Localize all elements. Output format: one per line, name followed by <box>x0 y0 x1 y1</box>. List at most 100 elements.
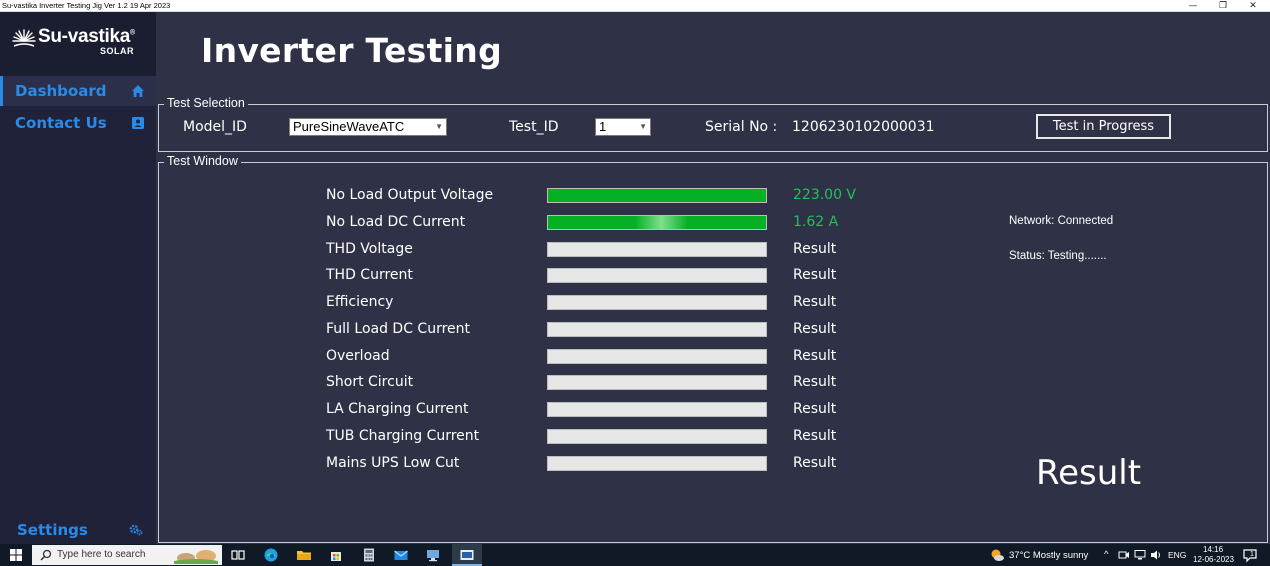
clock-date[interactable]: 12-06-2023 <box>1193 555 1234 564</box>
sun-logo-icon <box>12 29 36 47</box>
test-row: No Load Output Voltage 223.00 V <box>326 186 926 206</box>
test-row: Short Circuit Result <box>326 373 926 393</box>
serial-no-value: 1206230102000031 <box>792 119 935 135</box>
test-row: THD Voltage Result <box>326 240 926 260</box>
test-id-select[interactable]: 1 ▼ <box>595 118 651 136</box>
test-result-value: Result <box>793 427 837 444</box>
test-name: Short Circuit <box>326 374 414 391</box>
test-progress-fill <box>548 189 766 202</box>
minimize-button[interactable]: — <box>1178 0 1208 11</box>
test-row: TUB Charging Current Result <box>326 427 926 447</box>
test-result-value: Result <box>793 320 837 337</box>
taskbar-search[interactable]: Type here to search <box>32 545 222 565</box>
test-name: No Load Output Voltage <box>326 187 494 203</box>
close-button[interactable]: ✕ <box>1238 0 1268 11</box>
chevron-down-icon: ▼ <box>435 122 443 131</box>
test-progress-bar <box>547 428 767 444</box>
weather-sunny-icon[interactable] <box>989 547 1005 563</box>
search-placeholder: Type here to search <box>57 549 146 560</box>
clock-time[interactable]: 14:16 <box>1203 545 1223 554</box>
page-title: Inverter Testing <box>201 31 503 70</box>
edge-browser-icon[interactable] <box>263 547 279 563</box>
test-name: THD Voltage <box>326 240 413 257</box>
overall-result: Result <box>1036 453 1142 493</box>
network-icon[interactable] <box>1134 549 1146 561</box>
tray-chevron-up-icon[interactable]: ^ <box>1104 549 1108 560</box>
model-id-label: Model_ID <box>183 119 247 135</box>
testing-app-icon <box>460 550 474 560</box>
contact-icon <box>132 117 144 129</box>
active-app-button[interactable] <box>452 544 482 566</box>
file-explorer-icon[interactable] <box>296 547 312 563</box>
store-icon[interactable] <box>328 547 344 563</box>
test-name: Efficiency <box>326 294 394 310</box>
test-result-value: Result <box>793 294 837 310</box>
sidebar-item-dashboard[interactable]: Dashboard <box>0 76 156 106</box>
test-progress-bar <box>547 268 767 284</box>
test-row: Overload Result <box>326 347 926 367</box>
network-status: Network: Connected <box>1009 215 1114 227</box>
task-view-icon[interactable] <box>230 547 246 563</box>
remote-desktop-icon[interactable] <box>425 547 441 563</box>
test-row: Mains UPS Low Cut Result <box>326 454 926 474</box>
serial-no-label: Serial No : <box>705 119 778 135</box>
calculator-icon[interactable] <box>361 547 377 563</box>
notification-count: 1 <box>1250 551 1254 558</box>
logo: Su-vastika® SOLAR <box>0 12 156 76</box>
search-icon <box>40 549 52 561</box>
test-name: LA Charging Current <box>326 401 469 417</box>
test-progress-bar <box>547 402 767 417</box>
taskbar: Type here to search 37°C Mostly sunny ^ <box>0 544 1270 566</box>
test-result-value: Result <box>793 401 837 417</box>
test-progress-bar <box>547 348 767 364</box>
test-in-progress-button[interactable]: Test in Progress <box>1036 114 1171 139</box>
test-result-value: Result <box>793 374 837 391</box>
test-row: Full Load DC Current Result <box>326 320 926 340</box>
test-selection-label: Test Selection <box>164 96 248 110</box>
test-name: Mains UPS Low Cut <box>326 454 460 471</box>
test-result-value: Result <box>793 347 837 364</box>
sidebar-item-label: Dashboard <box>15 82 107 100</box>
model-id-select[interactable]: PureSineWaveATC ▼ <box>289 118 447 136</box>
test-name: No Load DC Current <box>326 213 466 230</box>
test-name: Overload <box>326 347 390 364</box>
test-name: TUB Charging Current <box>326 427 480 444</box>
chevron-down-icon: ▼ <box>639 122 647 131</box>
restore-button[interactable]: ❐ <box>1208 0 1238 11</box>
test-progress-bar <box>547 188 767 203</box>
test-result-value: Result <box>793 267 837 284</box>
test-result-value: 1.62 A <box>793 213 839 230</box>
test-progress-fill <box>548 215 766 229</box>
test-row: No Load DC Current 1.62 A <box>326 213 926 233</box>
sidebar-item-label: Contact Us <box>15 114 107 132</box>
weather-text[interactable]: 37°C Mostly sunny <box>1009 550 1088 561</box>
test-id-label: Test_ID <box>509 119 559 135</box>
meet-now-icon[interactable] <box>1118 549 1130 561</box>
test-progress-bar <box>547 241 767 257</box>
test-row: LA Charging Current Result <box>326 400 926 420</box>
mail-icon[interactable] <box>393 547 409 563</box>
test-name: THD Current <box>326 267 413 284</box>
test-result-value: Result <box>793 240 837 257</box>
test-progress-bar <box>547 455 767 471</box>
test-window-label: Test Window <box>164 154 241 168</box>
sidebar-item-contact-us[interactable]: Contact Us <box>0 108 156 138</box>
sidebar-item-settings[interactable]: Settings <box>0 515 156 545</box>
volume-icon[interactable] <box>1150 549 1162 561</box>
logo-text: Su-vastika® <box>38 26 135 47</box>
model-id-value: PureSineWaveATC <box>293 119 405 134</box>
sidebar-item-label: Settings <box>17 521 88 539</box>
test-progress-bar <box>547 321 767 337</box>
search-highlight-icon <box>174 550 218 564</box>
test-id-value: 1 <box>599 119 607 134</box>
home-icon <box>132 85 144 97</box>
test-progress-bar <box>547 375 767 391</box>
sidebar: Su-vastika® SOLAR Dashboard Contact Us S… <box>0 12 156 544</box>
language-indicator[interactable]: ENG <box>1168 550 1186 560</box>
test-progress-bar <box>547 214 767 230</box>
test-name: Full Load DC Current <box>326 320 471 337</box>
windows-start-icon[interactable] <box>8 547 24 563</box>
test-row: THD Current Result <box>326 266 926 286</box>
test-result-value: Result <box>793 454 837 471</box>
test-status: Status: Testing....... <box>1009 250 1107 262</box>
